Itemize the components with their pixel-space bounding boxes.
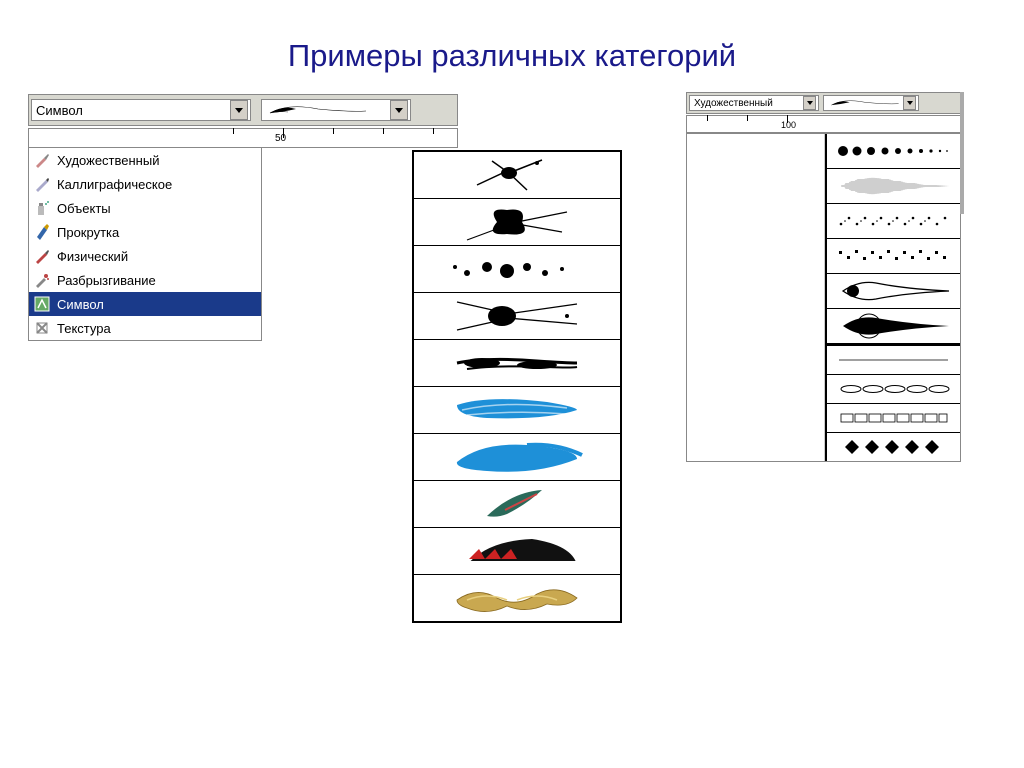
category-dropdown-value: Символ <box>36 103 83 118</box>
category-item-physical[interactable]: Физический <box>29 244 261 268</box>
swatch-teardrop-tex[interactable] <box>827 169 960 204</box>
category-item-label: Разбрызгивание <box>57 273 156 288</box>
swatch-diamonds-row[interactable] <box>827 433 960 461</box>
category-item-symbol[interactable]: Символ <box>29 292 261 316</box>
category-item-label: Символ <box>57 297 104 312</box>
category-item-label: Физический <box>57 249 128 264</box>
swatch-feather[interactable] <box>414 481 620 528</box>
right-body <box>686 133 961 462</box>
category-item-artistic[interactable]: Художественный <box>29 148 261 172</box>
scrollbar-stub[interactable] <box>960 92 964 214</box>
right-document-area <box>687 134 825 461</box>
dropdown-arrow-icon[interactable] <box>230 100 248 120</box>
swatch-teardrop-clip[interactable] <box>827 309 960 344</box>
category-item-label: Текстура <box>57 321 111 336</box>
quill-icon <box>830 98 900 108</box>
swatch-blue-stroke-2[interactable] <box>414 434 620 481</box>
brush-icon <box>33 151 51 169</box>
swatch-thin-line[interactable] <box>827 346 960 375</box>
category-dropdown-right-value: Художественный <box>694 98 773 109</box>
splat-icon <box>33 271 51 289</box>
swatch-gold-flames[interactable] <box>414 575 620 621</box>
swatch-blue-stroke-1[interactable] <box>414 387 620 434</box>
category-item-texture[interactable]: Текстура <box>29 316 261 340</box>
toolbar-right: Художественный <box>686 92 961 114</box>
swatch-splat-twig[interactable] <box>414 152 620 199</box>
pen-icon <box>33 175 51 193</box>
category-item-spray[interactable]: Разбрызгивание <box>29 268 261 292</box>
swatch-ship-bow[interactable] <box>414 528 620 575</box>
toolbar-left: Символ <box>28 94 458 126</box>
category-item-scroll[interactable]: Прокрутка <box>29 220 261 244</box>
ruler-tick-label: 50 <box>275 133 286 144</box>
spray-can-icon <box>33 199 51 217</box>
right-swatch-column <box>825 134 960 461</box>
ruler-right: 100 <box>686 115 961 133</box>
page-title: Примеры различных категорий <box>0 38 1024 74</box>
category-item-label: Художественный <box>57 153 159 168</box>
calligraphy-icon <box>33 247 51 265</box>
quill-icon <box>268 103 368 117</box>
swatch-wavy-dots[interactable] <box>827 204 960 239</box>
swatch-dots-grad[interactable] <box>827 134 960 169</box>
swatch-square-dots-line[interactable] <box>827 239 960 274</box>
category-list: Художественный Каллиграфическое Объекты … <box>28 148 262 341</box>
texture-icon <box>33 319 51 337</box>
swatch-brush-smear[interactable] <box>414 340 620 387</box>
swatch-splat-lines[interactable] <box>414 293 620 340</box>
brush-preview-dropdown[interactable] <box>261 99 411 121</box>
swatch-teardrop-outline[interactable] <box>827 274 960 309</box>
right-panel: Художественный 100 <box>686 92 961 462</box>
swatch-big-splat[interactable] <box>414 199 620 246</box>
ruler-tick-label: 100 <box>781 120 796 130</box>
category-item-label: Объекты <box>57 201 111 216</box>
dropdown-arrow-icon[interactable] <box>390 100 408 120</box>
category-item-label: Каллиграфическое <box>57 177 172 192</box>
ruler-left: 50 <box>28 128 458 148</box>
symbol-icon <box>33 295 51 313</box>
center-swatch-column <box>412 150 622 623</box>
dropdown-arrow-icon[interactable] <box>803 96 816 110</box>
category-dropdown-right[interactable]: Художественный <box>689 95 819 111</box>
dropdown-arrow-icon[interactable] <box>903 96 916 110</box>
swatch-dots-scatter[interactable] <box>414 246 620 293</box>
left-panel: Символ 50 Художественный <box>28 94 458 341</box>
swatch-chain-ovals[interactable] <box>827 375 960 404</box>
brush-preview-dropdown-right[interactable] <box>823 95 919 111</box>
category-item-label: Прокрутка <box>57 225 119 240</box>
category-dropdown[interactable]: Символ <box>31 99 251 121</box>
swatch-boxes-row[interactable] <box>827 404 960 433</box>
right-lower-swatch-column <box>827 344 960 461</box>
nib-icon <box>33 223 51 241</box>
category-item-calligraphic[interactable]: Каллиграфическое <box>29 172 261 196</box>
category-item-objects[interactable]: Объекты <box>29 196 261 220</box>
